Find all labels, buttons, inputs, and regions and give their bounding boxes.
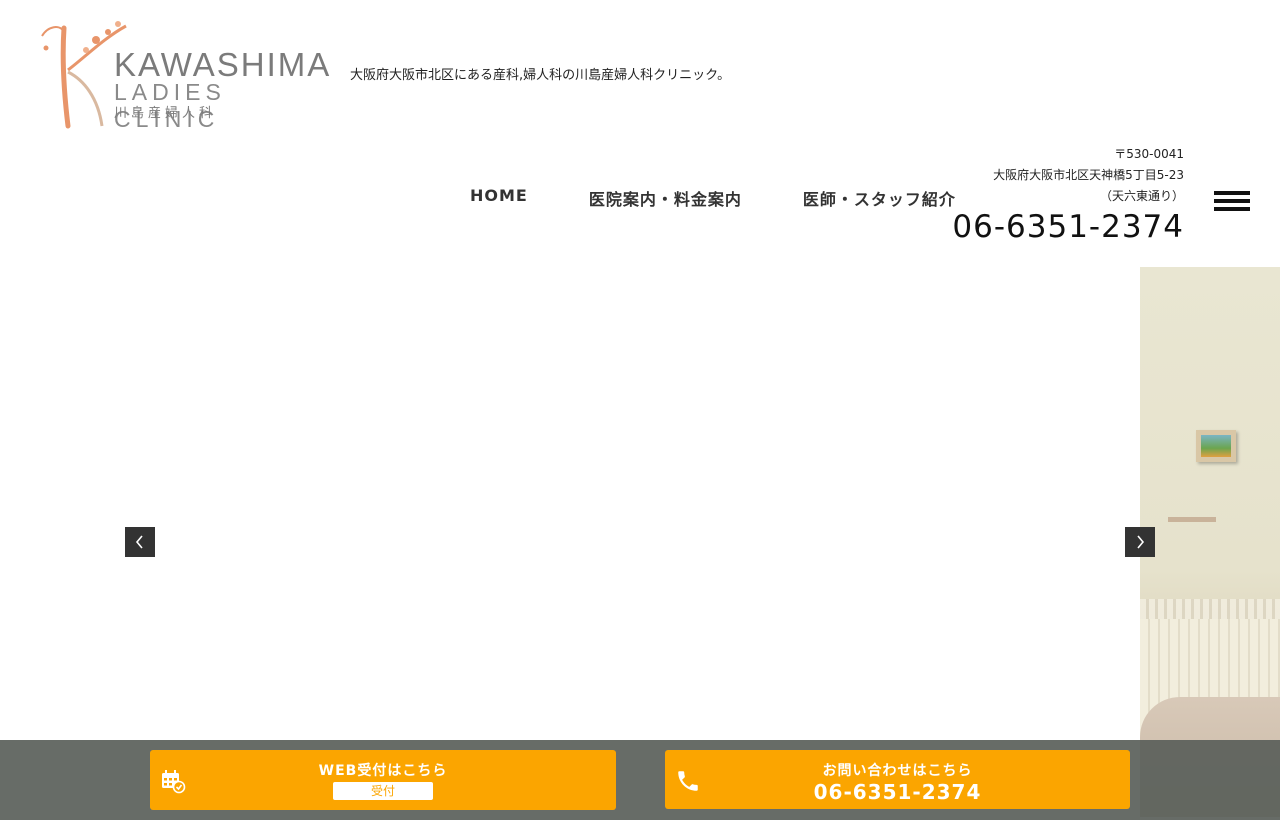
bottom-cta-bar: WEB受付はこちら 受付 お問い合わせはこちら 06-6351-2374 <box>0 740 1280 820</box>
main-nav: HOME 医院案内・料金案内 医師・スタッフ紹介 <box>470 186 956 210</box>
phone-contact-button[interactable]: お問い合わせはこちら 06-6351-2374 <box>665 750 1130 809</box>
hamburger-menu-icon[interactable] <box>1214 191 1250 211</box>
slider-prev-button[interactable] <box>125 527 155 557</box>
site-tagline: 大阪府大阪市北区にある産科,婦人科の川島産婦人科クリニック。 <box>350 68 731 83</box>
web-reception-badge: 受付 <box>333 782 433 800</box>
header-phone-number[interactable]: 06-6351-2374 <box>952 209 1184 245</box>
phone-contact-title: お問い合わせはこちら <box>822 763 973 779</box>
chevron-right-icon <box>1137 535 1145 549</box>
chevron-left-icon <box>135 535 143 549</box>
slider-next-button[interactable] <box>1125 527 1155 557</box>
slide-image-clinic-room <box>1140 267 1280 817</box>
clinic-logo[interactable]: KAWASHIMA LADIES CLINIC 川島産婦人科 <box>34 18 334 132</box>
postal-code: 〒530-0041 <box>1114 147 1184 161</box>
address: 大阪府大阪市北区天神橋5丁目5-23 <box>993 168 1184 182</box>
address-note: （天六東通り） <box>1099 189 1184 203</box>
phone-contact-number: 06-6351-2374 <box>813 780 982 804</box>
logo-japanese: 川島産婦人科 <box>114 106 217 121</box>
nav-item-clinic-info[interactable]: 医院案内・料金案内 <box>589 186 742 210</box>
phone-icon <box>678 771 698 791</box>
web-reception-button[interactable]: WEB受付はこちら 受付 <box>150 750 616 810</box>
calendar-check-icon <box>162 770 186 794</box>
picture-frame <box>1196 430 1236 462</box>
web-reception-title: WEB受付はこちら <box>318 763 448 779</box>
nav-item-staff[interactable]: 医師・スタッフ紹介 <box>803 186 956 210</box>
nav-item-home[interactable]: HOME <box>470 186 528 210</box>
contact-block: 〒530-0041 大阪府大阪市北区天神橋5丁目5-23 （天六東通り） 06-… <box>952 144 1184 245</box>
